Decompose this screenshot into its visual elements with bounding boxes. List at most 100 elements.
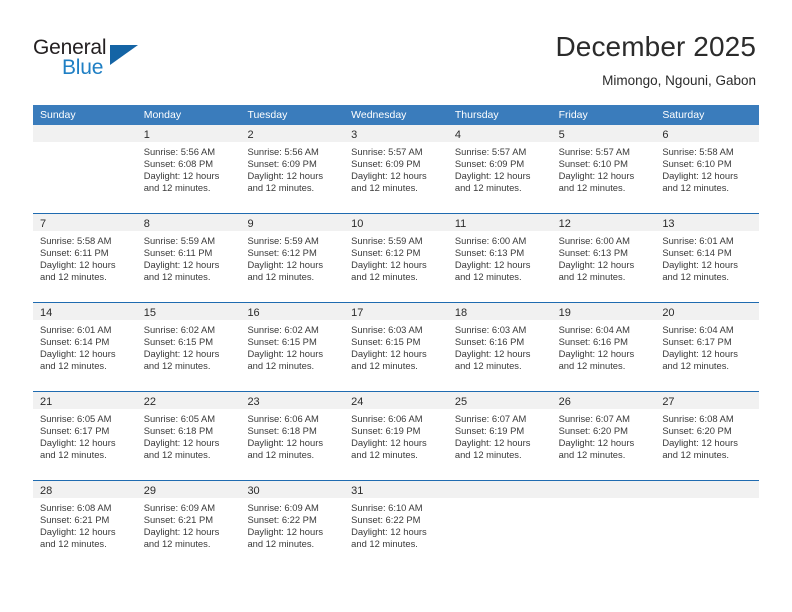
calendar-day-cell[interactable]: 24 Sunrise: 6:06 AM Sunset: 6:19 PM Dayligh… (344, 392, 448, 480)
sunrise-text: Sunrise: 6:08 AM (40, 502, 112, 513)
calendar-day-cell[interactable]: 1 Sunrise: 5:56 AM Sunset: 6:08 PM Daylight… (136, 125, 241, 213)
calendar-day-cell[interactable]: 22 Sunrise: 6:05 AM Sunset: 6:18 PM Dayligh… (136, 392, 241, 480)
calendar-day-cell[interactable]: 31 Sunrise: 6:10 AM Sunset: 6:22 PM Dayligh… (344, 481, 448, 569)
calendar-day-cell[interactable]: 12 Sunrise: 6:00 AM Sunset: 6:13 PM Dayligh… (551, 214, 656, 302)
calendar-day-cell[interactable]: 4 Sunrise: 5:57 AM Sunset: 6:09 PM Daylight… (447, 125, 552, 213)
calendar-day-cell[interactable]: 28 Sunrise: 6:08 AM Sunset: 6:21 PM Dayligh… (33, 481, 137, 569)
day-number-band: 14 (33, 303, 137, 320)
day-details: Sunrise: 6:03 AM Sunset: 6:15 PM Daylight:… (344, 320, 448, 372)
day-number-band: 18 (447, 303, 552, 320)
calendar-day-cell[interactable]: 9 Sunrise: 5:59 AM Sunset: 6:12 PM Daylight… (240, 214, 345, 302)
daylight-text-line2: and 12 minutes. (143, 182, 211, 194)
daylight-text-line1: Daylight: 12 hours (454, 348, 531, 360)
daylight-text-line2: and 12 minutes. (247, 449, 315, 461)
day-number-band (551, 481, 656, 498)
sunset-text: Sunset: 6:09 PM (454, 158, 525, 170)
daylight-text-line2: and 12 minutes. (454, 360, 522, 372)
sunset-text: Sunset: 6:18 PM (143, 425, 214, 437)
daylight-text-line2: and 12 minutes. (662, 271, 730, 283)
daylight-text-line2: and 12 minutes. (351, 449, 418, 461)
sunrise-text: Sunrise: 6:06 AM (247, 413, 319, 424)
calendar-day-cell[interactable]: 27 Sunrise: 6:08 AM Sunset: 6:20 PM Dayligh… (655, 392, 760, 480)
calendar-day-cell[interactable]: 13 Sunrise: 6:01 AM Sunset: 6:14 PM Dayligh… (655, 214, 760, 302)
day-details: Sunrise: 6:10 AM Sunset: 6:22 PM Daylight:… (344, 498, 448, 550)
day-number-band: 27 (655, 392, 760, 409)
day-number-band: 20 (655, 303, 760, 320)
calendar-day-cell[interactable]: 23 Sunrise: 6:06 AM Sunset: 6:18 PM Dayligh… (240, 392, 345, 480)
weekday-header-monday: Monday (143, 109, 182, 121)
day-number-band: 29 (136, 481, 241, 498)
day-number-band (655, 481, 760, 498)
day-number: 12 (558, 218, 571, 230)
calendar-day-cell[interactable]: 18 Sunrise: 6:03 AM Sunset: 6:16 PM Dayligh… (447, 303, 552, 391)
daylight-text-line1: Daylight: 12 hours (40, 526, 116, 538)
calendar-day-cell[interactable]: 19 Sunrise: 6:04 AM Sunset: 6:16 PM Dayligh… (551, 303, 656, 391)
daylight-text-line2: and 12 minutes. (143, 538, 211, 550)
sunset-text: Sunset: 6:22 PM (247, 514, 317, 526)
calendar-day-cell[interactable]: 11 Sunrise: 6:00 AM Sunset: 6:13 PM Dayligh… (447, 214, 552, 302)
calendar-week-row: 21 Sunrise: 6:05 AM Sunset: 6:17 PM Dayligh… (33, 391, 760, 480)
day-number-band: 16 (240, 303, 345, 320)
day-number-band: 12 (551, 214, 656, 231)
day-number-band: 10 (344, 214, 448, 231)
weekday-header-friday: Friday (558, 109, 588, 121)
day-details: Sunrise: 6:04 AM Sunset: 6:17 PM Daylight:… (655, 320, 759, 372)
day-number-band: 5 (551, 125, 656, 142)
daylight-text-line2: and 12 minutes. (143, 449, 211, 461)
day-number: 21 (40, 396, 53, 408)
calendar-day-cell[interactable]: 25 Sunrise: 6:07 AM Sunset: 6:19 PM Dayligh… (447, 392, 552, 480)
calendar-day-cell[interactable]: 8 Sunrise: 5:59 AM Sunset: 6:11 PM Daylight… (136, 214, 241, 302)
day-number: 28 (40, 485, 53, 497)
day-number-band: 28 (33, 481, 137, 498)
calendar-day-cell[interactable]: 6 Sunrise: 5:58 AM Sunset: 6:10 PM Daylight… (655, 125, 760, 213)
day-details: Sunrise: 6:07 AM Sunset: 6:19 PM Daylight:… (448, 409, 552, 461)
sunrise-text: Sunrise: 6:07 AM (454, 413, 527, 424)
day-number: 7 (40, 218, 47, 230)
calendar-day-cell[interactable]: 29 Sunrise: 6:09 AM Sunset: 6:21 PM Dayligh… (136, 481, 241, 569)
daylight-text-line1: Daylight: 12 hours (662, 348, 738, 360)
day-number: 3 (351, 129, 358, 141)
day-number: 14 (40, 307, 53, 319)
calendar-day-cell[interactable]: 17 Sunrise: 6:03 AM Sunset: 6:15 PM Dayligh… (344, 303, 448, 391)
sunrise-text: Sunrise: 5:58 AM (662, 146, 734, 157)
calendar-day-cell[interactable]: 16 Sunrise: 6:02 AM Sunset: 6:15 PM Dayligh… (240, 303, 345, 391)
sunset-text: Sunset: 6:22 PM (351, 514, 421, 526)
sunrise-text: Sunrise: 6:03 AM (351, 324, 423, 335)
calendar-day-cell[interactable]: 7 Sunrise: 5:58 AM Sunset: 6:11 PM Daylight… (33, 214, 137, 302)
sunset-text: Sunset: 6:16 PM (558, 336, 628, 348)
daylight-text-line1: Daylight: 12 hours (454, 170, 531, 182)
calendar-day-cell[interactable]: 3 Sunrise: 5:57 AM Sunset: 6:09 PM Daylight… (344, 125, 448, 213)
calendar-day-cell[interactable]: 10 Sunrise: 5:59 AM Sunset: 6:12 PM Dayligh… (344, 214, 448, 302)
weekday-header-row: Sunday Monday Tuesday Wednesday Thursday… (33, 105, 759, 125)
sunrise-text: Sunrise: 6:06 AM (351, 413, 423, 424)
day-number-band: 6 (655, 125, 760, 142)
daylight-text-line1: Daylight: 12 hours (247, 348, 324, 360)
day-number: 23 (247, 396, 260, 408)
calendar-day-cell[interactable]: 2 Sunrise: 5:56 AM Sunset: 6:09 PM Daylight… (240, 125, 345, 213)
calendar-day-cell[interactable]: 26 Sunrise: 6:07 AM Sunset: 6:20 PM Dayligh… (551, 392, 656, 480)
day-details: Sunrise: 6:00 AM Sunset: 6:13 PM Daylight:… (448, 231, 552, 283)
day-number-band: 30 (240, 481, 345, 498)
day-details: Sunrise: 6:05 AM Sunset: 6:17 PM Daylight:… (33, 409, 137, 461)
daylight-text-line2: and 12 minutes. (454, 449, 522, 461)
sunset-text: Sunset: 6:12 PM (351, 247, 421, 259)
calendar-grid: Sunday Monday Tuesday Wednesday Thursday… (33, 105, 760, 569)
calendar-week-row: 1 Sunrise: 5:56 AM Sunset: 6:08 PM Daylight… (33, 125, 760, 213)
calendar-day-cell[interactable]: 30 Sunrise: 6:09 AM Sunset: 6:22 PM Dayligh… (240, 481, 345, 569)
calendar-day-cell[interactable]: 20 Sunrise: 6:04 AM Sunset: 6:17 PM Dayligh… (655, 303, 760, 391)
calendar-day-cell[interactable]: 15 Sunrise: 6:02 AM Sunset: 6:15 PM Dayligh… (136, 303, 241, 391)
sunset-text: Sunset: 6:17 PM (40, 425, 110, 437)
calendar-day-cell[interactable]: 5 Sunrise: 5:57 AM Sunset: 6:10 PM Daylight… (551, 125, 656, 213)
calendar-day-cell[interactable]: 14 Sunrise: 6:01 AM Sunset: 6:14 PM Dayligh… (33, 303, 137, 391)
day-details: Sunrise: 5:59 AM Sunset: 6:11 PM Daylight:… (137, 231, 241, 283)
day-number: 29 (143, 485, 156, 497)
sunset-text: Sunset: 6:18 PM (247, 425, 317, 437)
day-number: 10 (351, 218, 364, 230)
generalblue-logo[interactable]: General Blue (33, 36, 203, 86)
daylight-text-line1: Daylight: 12 hours (662, 259, 738, 271)
sunset-text: Sunset: 6:13 PM (558, 247, 628, 259)
sunrise-text: Sunrise: 6:01 AM (40, 324, 112, 335)
calendar-day-cell[interactable]: 21 Sunrise: 6:05 AM Sunset: 6:17 PM Dayligh… (33, 392, 137, 480)
sunset-text: Sunset: 6:21 PM (40, 514, 110, 526)
sunset-text: Sunset: 6:11 PM (143, 247, 213, 259)
